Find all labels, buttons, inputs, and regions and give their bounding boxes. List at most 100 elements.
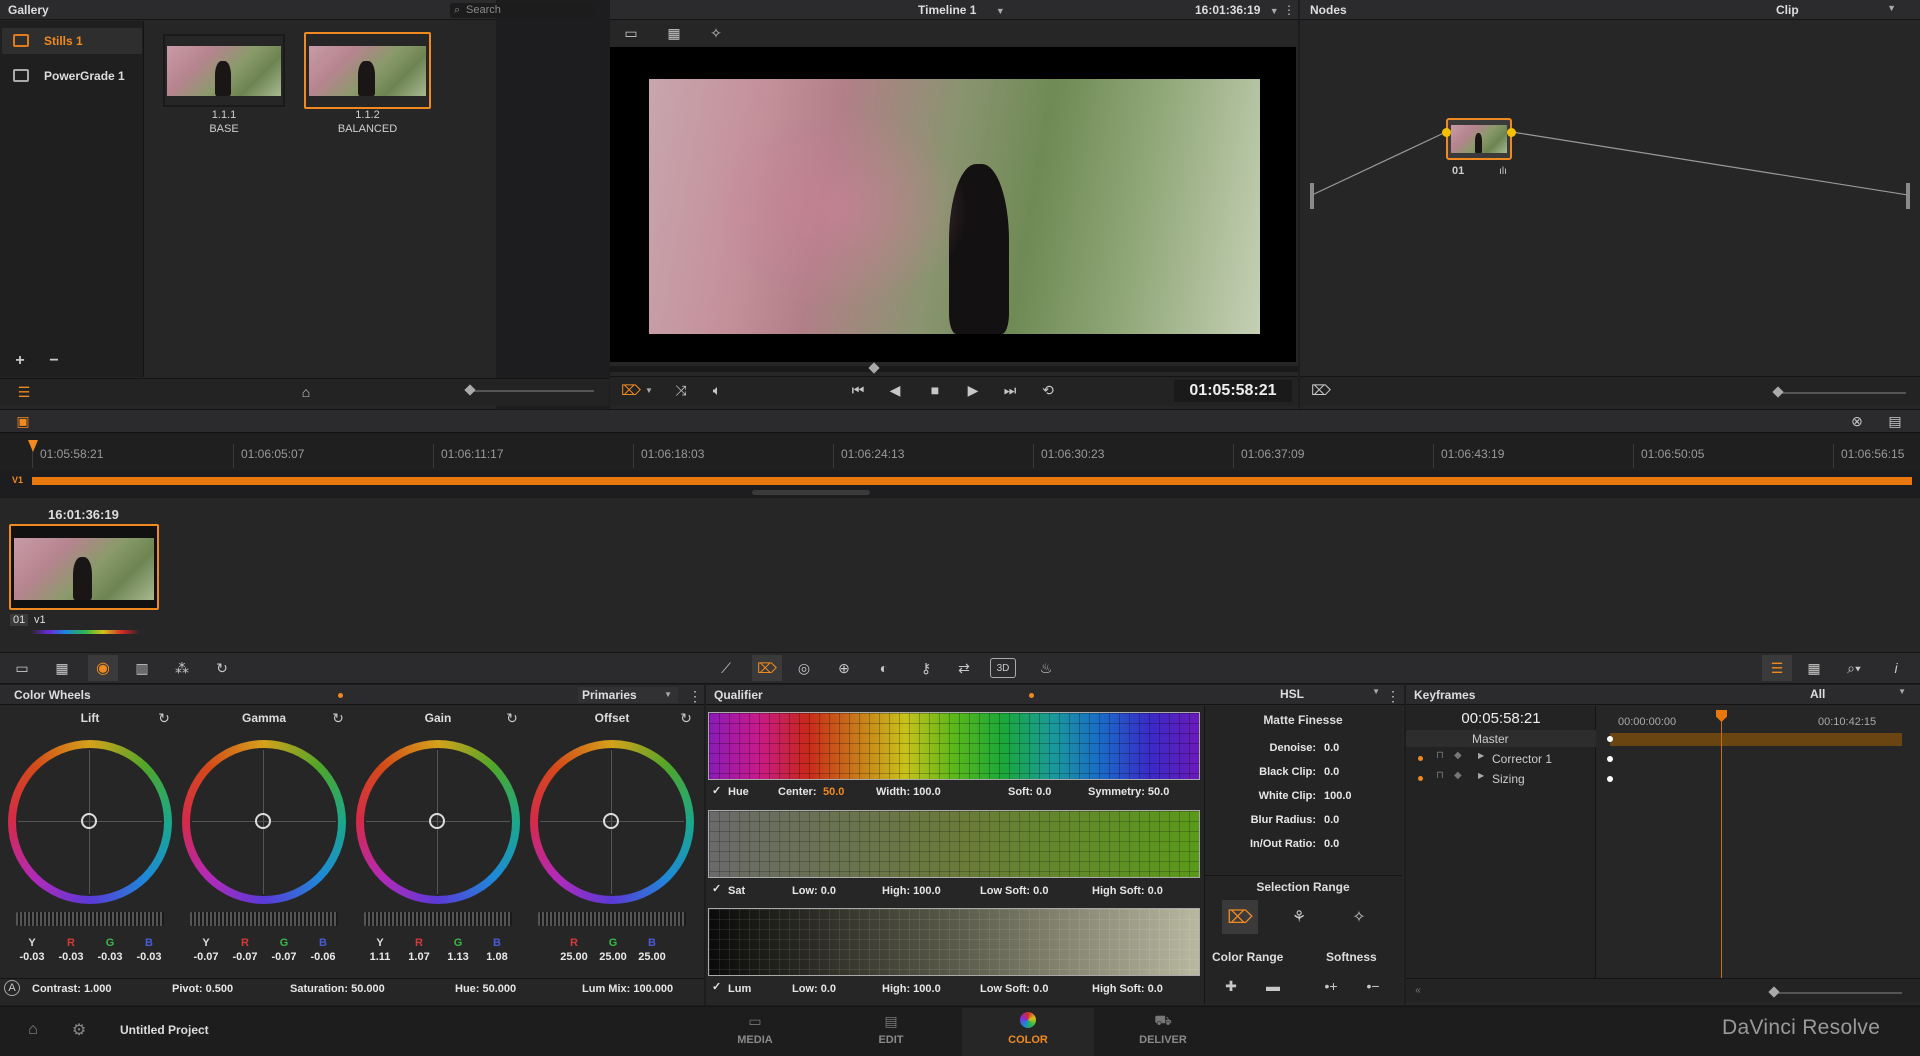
grid-icon[interactable]: ▦ [1802, 657, 1826, 679]
tab-deliver[interactable]: DELIVER [1098, 1034, 1228, 1046]
remove-album-button[interactable]: − [46, 352, 62, 369]
sat-low-soft[interactable]: Low Soft: 0.0 [980, 885, 1048, 897]
wheel-puck[interactable] [81, 813, 97, 829]
node-output-dot[interactable] [1507, 128, 1516, 137]
zoom-icon[interactable]: ⌕▾ [1840, 657, 1868, 679]
sizing-tab-icon[interactable]: ⇄ [952, 657, 976, 679]
channel-value[interactable]: -0.06 [303, 951, 343, 963]
camera-raw-icon[interactable]: ▭ [10, 657, 34, 679]
sat-low[interactable]: Low: 0.0 [792, 885, 836, 897]
color-wheel[interactable] [530, 740, 694, 904]
matte-value[interactable]: 0.0 [1324, 742, 1339, 754]
blur-icon[interactable]: ◐ [872, 657, 896, 679]
settings-gear-icon[interactable]: ⚙ [68, 1020, 90, 1040]
loop-icon[interactable]: ⟲ [1036, 380, 1060, 400]
lock-icon[interactable]: ⊓ [1436, 770, 1444, 781]
wheel-puck[interactable] [429, 813, 445, 829]
auto-balance-icon[interactable]: A [4, 980, 20, 996]
deliver-page-icon[interactable]: ⛟ [1148, 1012, 1178, 1029]
keyframe-sizing-row[interactable]: ⊓ ◆ ▶ Sizing [1406, 770, 1596, 787]
timeline-view-icon[interactable]: ▤ [1884, 412, 1906, 430]
subtract-softness-icon[interactable]: •− [1362, 976, 1384, 996]
channel-value[interactable]: -0.03 [90, 951, 130, 963]
keyframe-view-icon[interactable]: ☰ [1762, 655, 1792, 681]
add-color-icon[interactable]: ✚ [1220, 976, 1242, 996]
lum-qualifier-strip[interactable] [708, 908, 1200, 976]
qualifier-mode-selector[interactable]: HSL ▼ [1280, 687, 1380, 701]
softness-picker-icon[interactable]: ⚘ [1284, 902, 1314, 932]
reset-wheel-icon[interactable]: ↻ [156, 710, 172, 726]
effects-icon[interactable]: ⊗ [1846, 412, 1868, 430]
keyframe-playhead[interactable] [1721, 710, 1722, 996]
more-options-icon[interactable]: ⋮ [1283, 2, 1295, 18]
hue-width[interactable]: Width: 100.0 [876, 786, 941, 798]
master-wheel-jog[interactable] [364, 912, 512, 926]
lum-low-soft[interactable]: Low Soft: 0.0 [980, 983, 1048, 995]
home-icon[interactable]: ⌂ [22, 1020, 44, 1040]
check-icon[interactable]: ✓ [712, 882, 721, 895]
lum-mix-value[interactable]: Lum Mix: 100.000 [582, 983, 673, 995]
hue-value[interactable]: Hue: 50.000 [455, 983, 516, 995]
still-store-icon[interactable]: ⌂ [294, 382, 318, 402]
tab-color[interactable]: COLOR [963, 1034, 1093, 1046]
expand-arrow-icon[interactable]: ▶ [1478, 771, 1484, 780]
curves-icon[interactable]: ⟋ [714, 657, 738, 679]
clip-thumbnail[interactable] [9, 524, 159, 610]
channel-value[interactable]: -0.03 [51, 951, 91, 963]
node-input-dot[interactable] [1442, 128, 1451, 137]
matte-magic-wand-icon[interactable]: ✧ [1344, 902, 1374, 932]
power-window-icon[interactable]: ◎ [792, 657, 816, 679]
more-options-icon[interactable]: ⋮ [1386, 688, 1400, 704]
node-zoom-slider[interactable] [1772, 386, 1906, 398]
hue-center-value[interactable]: 50.0 [823, 786, 844, 798]
color-wheel[interactable] [8, 740, 172, 904]
album-item-powergrade-1[interactable]: PowerGrade 1 [2, 63, 142, 89]
lum-high[interactable]: High: 100.0 [882, 983, 941, 995]
still-1-1-1[interactable] [163, 34, 285, 107]
shuffle-icon[interactable]: ⤨ [670, 380, 692, 400]
tab-edit[interactable]: EDIT [826, 1034, 956, 1046]
stop-icon[interactable]: ■ [924, 380, 946, 400]
lum-low[interactable]: Low: 0.0 [792, 983, 836, 995]
gallery-search-field[interactable]: ⌕ Search [450, 3, 594, 18]
step-back-icon[interactable]: ◀ [884, 380, 906, 400]
sat-high[interactable]: High: 100.0 [882, 885, 941, 897]
hue-symmetry[interactable]: Symmetry: 50.0 [1088, 786, 1169, 798]
saturation-value[interactable]: Saturation: 50.000 [290, 983, 385, 995]
sizing-icon[interactable]: ↻ [210, 657, 234, 679]
qualifier-tab-icon[interactable]: ⌦ [752, 655, 782, 681]
clip-thumbnail-mode-icon[interactable]: ▣ [12, 412, 34, 430]
matte-value[interactable]: 100.0 [1324, 790, 1352, 802]
keyframe-marker[interactable] [1607, 756, 1613, 762]
node-mode-selector[interactable]: Clip ▼ [1776, 3, 1896, 17]
rgb-mixer-icon[interactable]: ▥ [130, 657, 154, 679]
go-to-start-icon[interactable]: ⏮︎ [846, 380, 870, 400]
edit-page-icon[interactable]: ▤ [876, 1013, 906, 1029]
expand-arrow-icon[interactable]: ▶ [1478, 751, 1484, 760]
stereo-3d-icon[interactable]: 3D [990, 658, 1016, 678]
keyframe-marker[interactable] [1607, 776, 1613, 782]
channel-value[interactable]: -0.03 [129, 951, 169, 963]
matte-value[interactable]: 0.0 [1324, 838, 1339, 850]
reset-wheel-icon[interactable]: ↻ [678, 710, 694, 726]
source-timecode[interactable]: 16:01:36:19 ▼ [1195, 3, 1279, 17]
sat-qualifier-strip[interactable] [708, 810, 1200, 878]
timeline-selector[interactable]: Timeline 1 ▼ [918, 3, 1005, 17]
collapse-icon[interactable]: « [1410, 982, 1426, 998]
color-match-icon[interactable]: ▦ [50, 657, 74, 679]
go-to-end-icon[interactable]: ⏭︎ [998, 380, 1022, 400]
play-icon[interactable]: ▶ [962, 380, 984, 400]
chevron-down-icon[interactable]: ▼ [644, 383, 654, 397]
split-grid-icon[interactable]: ▦ [662, 24, 686, 42]
matte-value[interactable]: 0.0 [1324, 814, 1339, 826]
subtract-color-icon[interactable]: ▬ [1262, 976, 1284, 996]
channel-value[interactable]: 25.00 [632, 951, 672, 963]
keyframe-zoom-slider[interactable] [1768, 986, 1902, 998]
matte-value[interactable]: 0.0 [1324, 766, 1339, 778]
volume-icon[interactable]: 🔈︎ [706, 380, 728, 400]
thumbnail-zoom-slider[interactable] [464, 384, 594, 396]
still-1-1-2[interactable] [304, 32, 431, 109]
contrast-value[interactable]: Contrast: 1.000 [32, 983, 111, 995]
timeline-track-bar[interactable] [32, 477, 1912, 485]
hue-soft[interactable]: Soft: 0.0 [1008, 786, 1051, 798]
